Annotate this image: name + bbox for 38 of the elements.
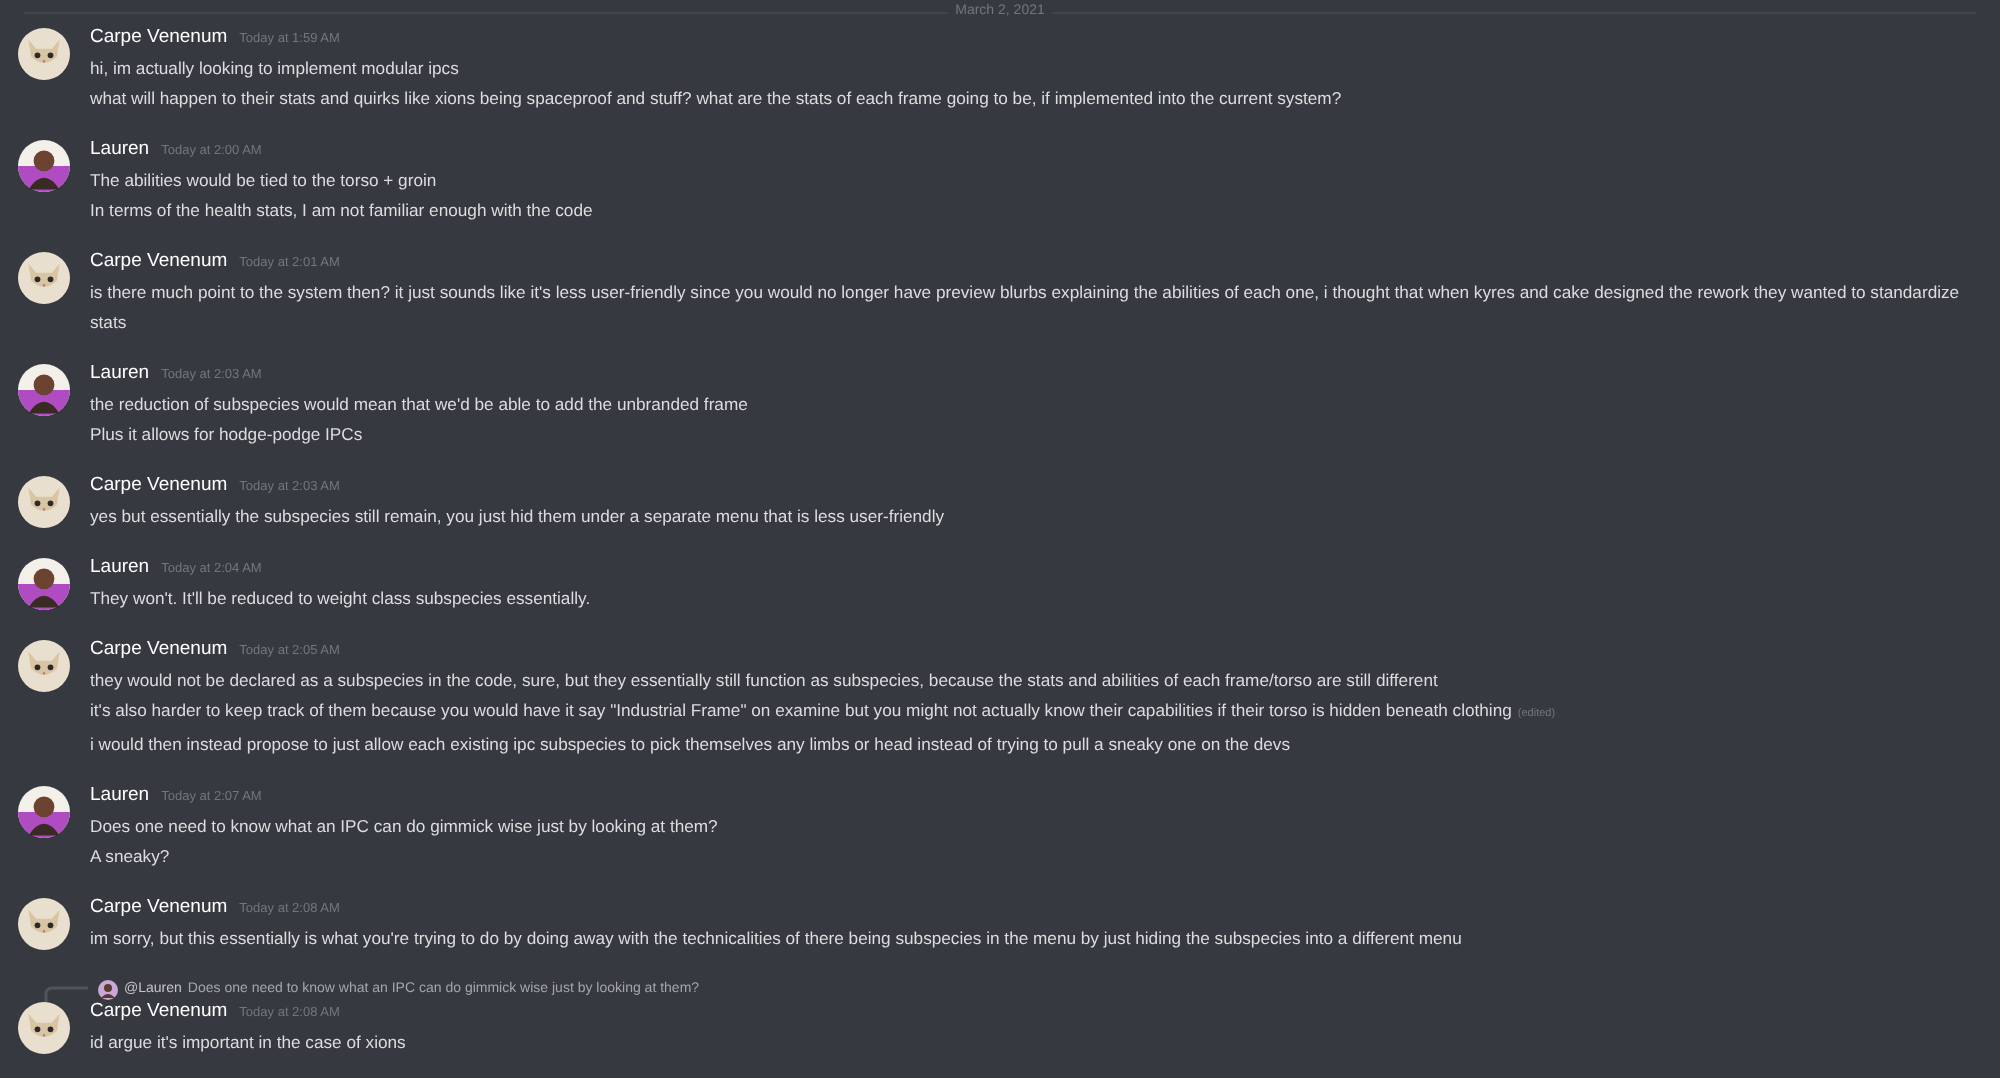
message-text: In terms of the health stats, I am not familiar enough with the code <box>90 200 593 220</box>
cat-avatar-icon[interactable] <box>18 640 70 692</box>
cat-avatar-icon[interactable] <box>18 476 70 528</box>
message-text: id argue it's important in the case of xions <box>90 1032 406 1052</box>
message-text: hi, im actually looking to implement modular ipcs <box>90 58 459 78</box>
author-name[interactable]: Carpe Venenum <box>90 250 228 272</box>
message-text: They won't. It'll be reduced to weight class subspecies essentially. <box>90 588 591 608</box>
author-name[interactable]: Lauren <box>90 556 150 578</box>
message-text: is there much point to the system then? it just sounds like it's less user-friendly since you would no longer have preview blurbs explaining the abilities of each one, i thought that when kyres and cake designed the rework they wanted to standardize stats <box>90 282 1960 332</box>
message-text: it's also harder to keep track of them because you would have it say "Industrial Frame" on examine but you might not actually know their capabilities if their torso is hidden beneath clothing <box>90 700 1512 720</box>
message-text: what will happen to their stats and quirks like xions being spaceproof and stuff? what are the stats of each frame going to be, if implemented into the current system? <box>90 88 1342 108</box>
message-text: they would not be declared as a subspecies in the code, sure, but they essentially still function as subspecies, because the stats and abilities of each frame/torso are still different <box>90 670 1438 690</box>
avatar-icon[interactable] <box>18 558 70 610</box>
cat-avatar-icon[interactable] <box>18 28 70 80</box>
reply-connector <box>44 985 88 1005</box>
author-name[interactable]: Lauren <box>90 138 150 160</box>
message-text: A sneaky? <box>90 846 170 866</box>
avatar-icon[interactable] <box>18 786 70 838</box>
message-text: The abilities would be tied to the torso + groin <box>90 170 437 190</box>
author-name[interactable]: Carpe Venenum <box>90 896 228 918</box>
cat-avatar-icon[interactable] <box>18 1002 70 1054</box>
message-text: im sorry, but this essentially is what you're trying to do by doing away with the technicalities of there being subspecies in the menu by just hiding the subspecies into a different menu <box>90 928 1462 948</box>
message-text: Does one need to know what an IPC can do gimmick wise just by looking at them? <box>90 816 718 836</box>
avatar-icon[interactable] <box>18 364 70 416</box>
author-name[interactable]: Carpe Venenum <box>90 638 228 660</box>
author-name[interactable]: Lauren <box>90 784 150 806</box>
cat-avatar-icon[interactable] <box>18 898 70 950</box>
author-name[interactable]: Lauren <box>90 362 150 384</box>
message-text: i would then instead propose to just allow each existing ipc subspecies to pick themselves any limbs or head instead of trying to pull a sneaky one on the devs <box>90 734 1290 754</box>
author-name[interactable]: Carpe Venenum <box>90 26 228 48</box>
cat-avatar-icon[interactable] <box>18 252 70 304</box>
message-text: the reduction of subspecies would mean that we'd be able to add the unbranded frame <box>90 394 748 414</box>
author-name[interactable]: Carpe Venenum <box>90 474 228 496</box>
avatar-icon[interactable] <box>18 140 70 192</box>
message-text: yes but essentially the subspecies still remain, you just hid them under a separate menu that is less user-friendly <box>90 506 945 526</box>
author-name[interactable]: Carpe Venenum <box>90 1000 228 1022</box>
message-text: Plus it allows for hodge-podge IPCs <box>90 424 363 444</box>
avatar-icon <box>98 979 118 999</box>
